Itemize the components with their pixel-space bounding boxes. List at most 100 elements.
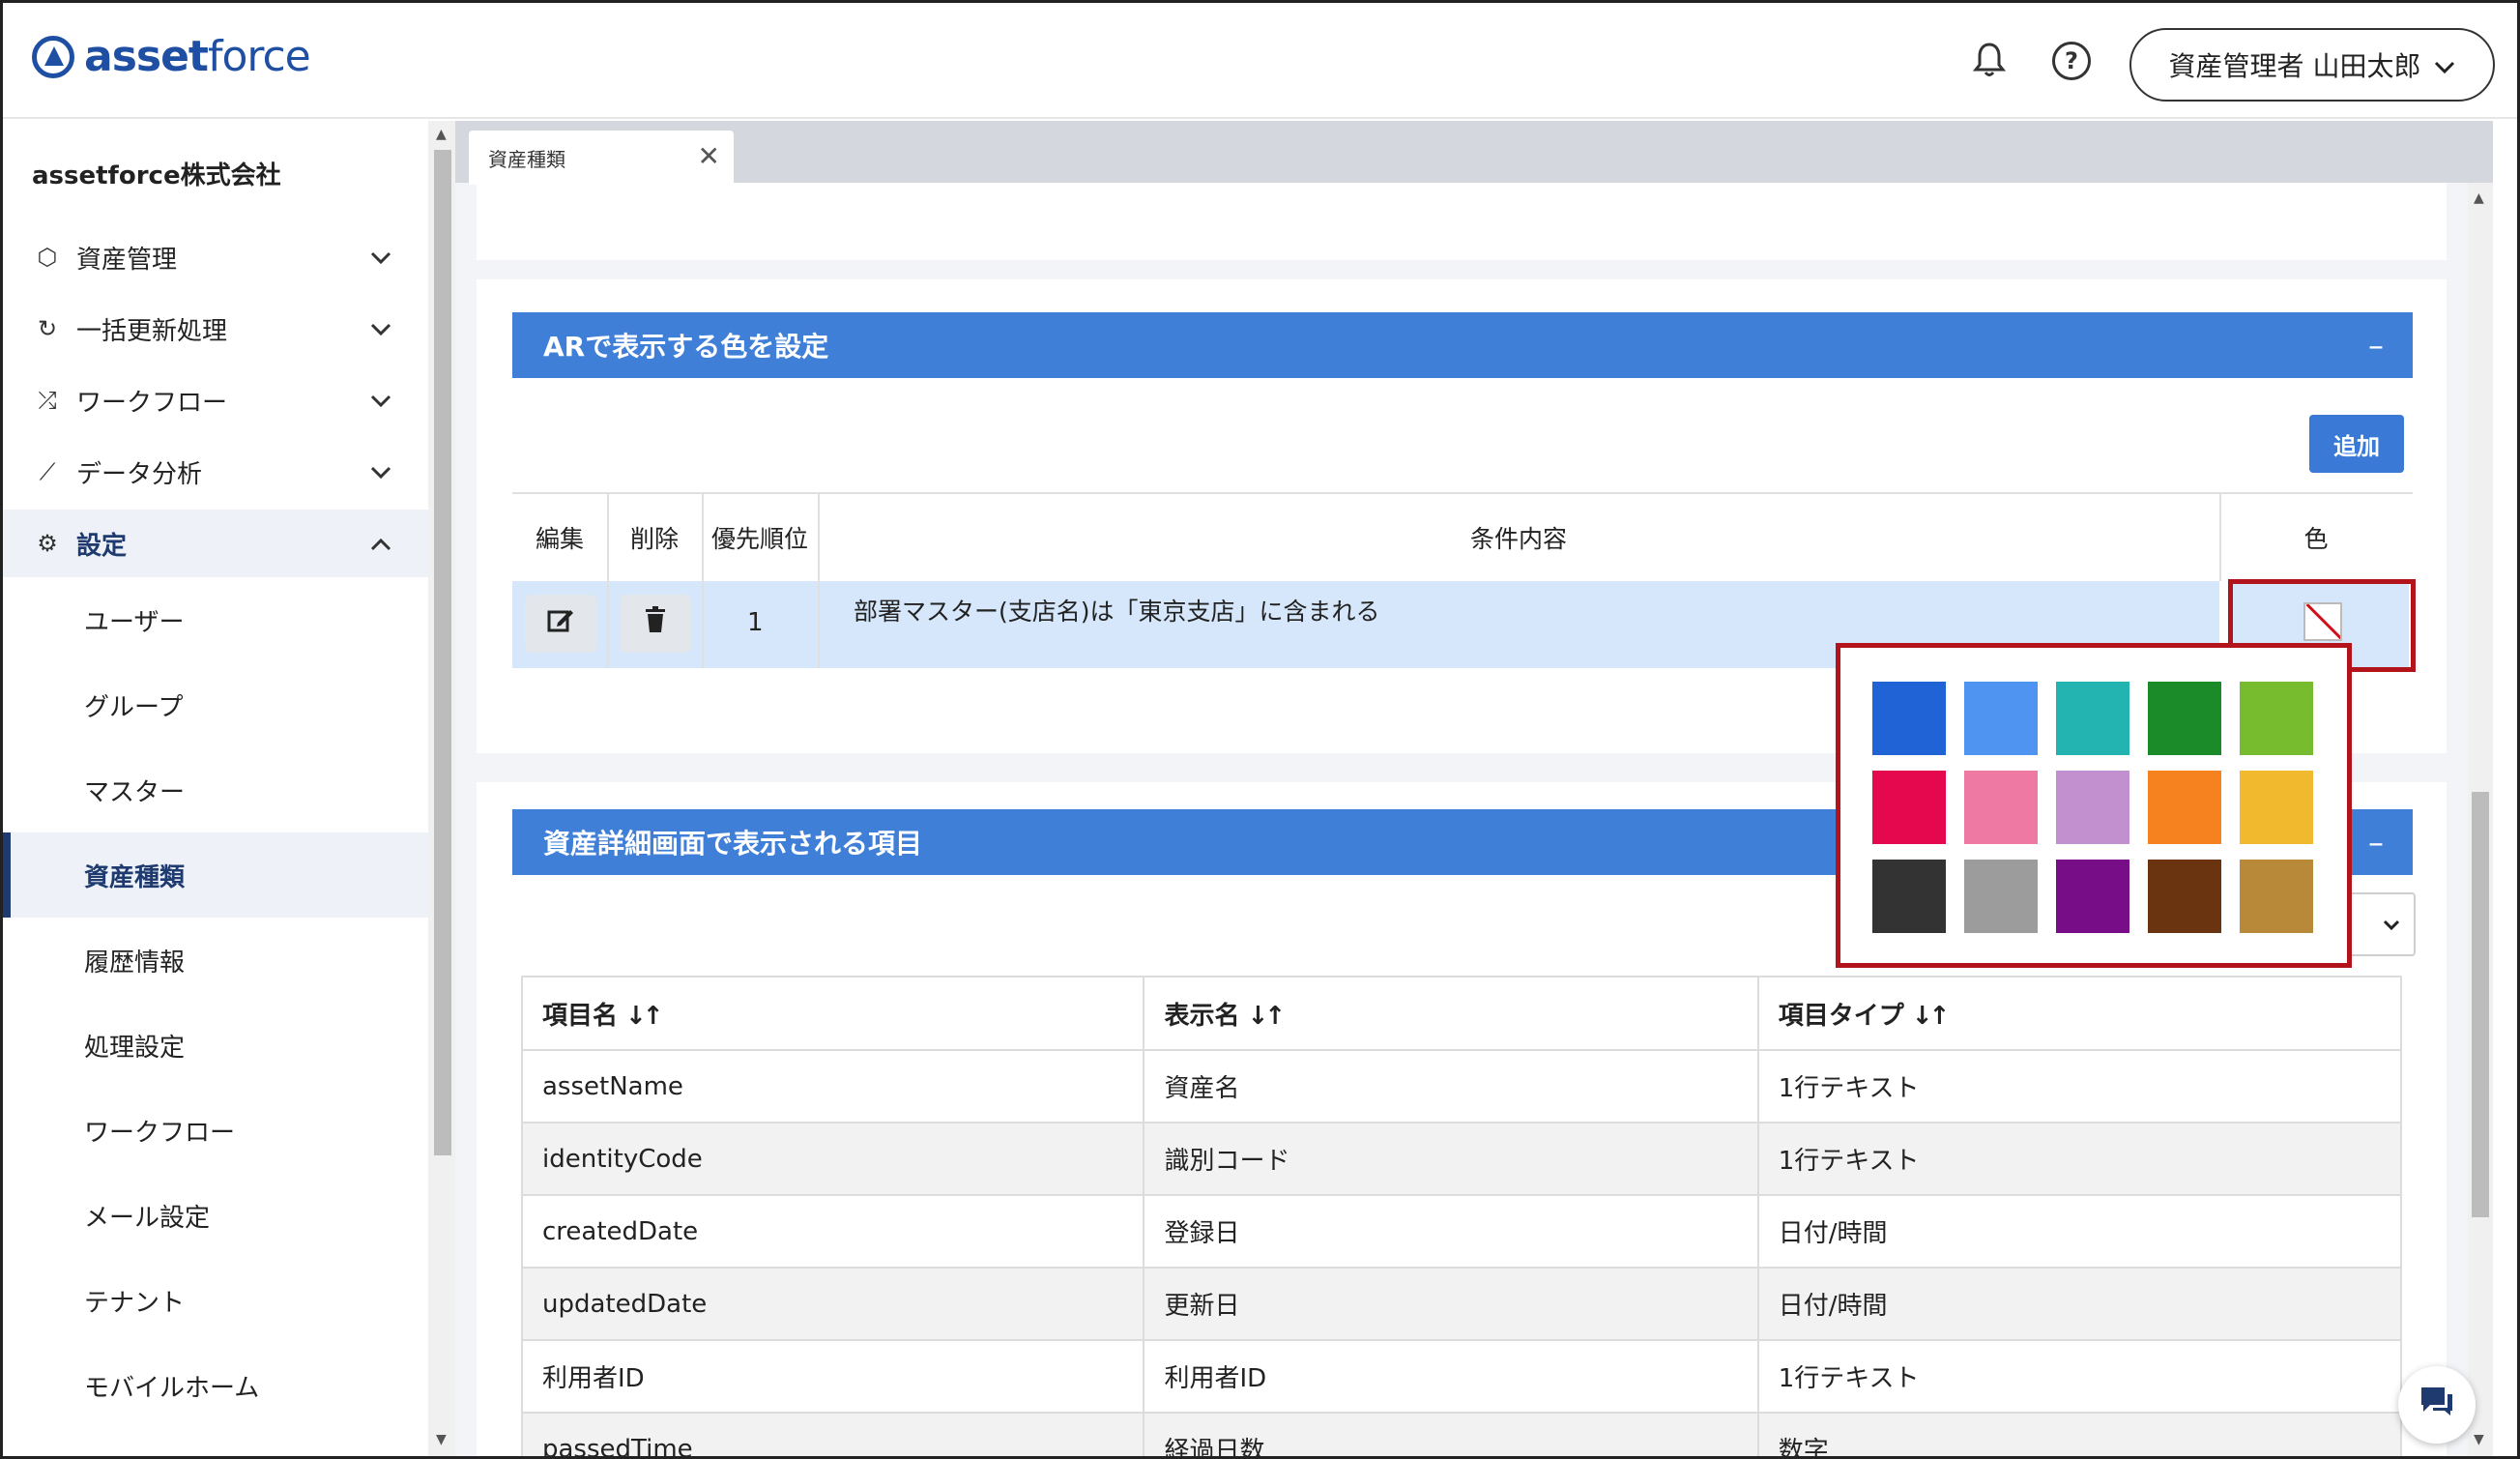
color-swatch[interactable] bbox=[2148, 860, 2221, 933]
color-swatch[interactable] bbox=[2240, 860, 2313, 933]
sidebar-scrollbar-thumb[interactable] bbox=[434, 150, 451, 1155]
collapse-icon[interactable]: – bbox=[2368, 327, 2384, 364]
divider bbox=[818, 492, 820, 668]
table-row[interactable]: passedTime 経過日数 数字 bbox=[520, 1412, 2403, 1456]
nav-bulk-update[interactable]: ↻ 一括更新処理 bbox=[3, 295, 428, 363]
color-swatch[interactable] bbox=[1872, 682, 1946, 755]
main-scrollbar-thumb[interactable] bbox=[2472, 792, 2489, 1217]
chevron-up-icon bbox=[370, 530, 391, 557]
dropdown-select[interactable] bbox=[2342, 892, 2416, 956]
chevron-down-icon bbox=[370, 315, 391, 342]
nav-label: データ分析 bbox=[76, 459, 203, 489]
color-swatch[interactable] bbox=[1964, 682, 2038, 755]
sidebar-item-mail-settings[interactable]: メール設定 bbox=[3, 1173, 428, 1258]
cell-item-type: 1行テキスト bbox=[1756, 1049, 2403, 1123]
bell-icon[interactable] bbox=[1969, 40, 2010, 80]
logo-mark-icon bbox=[32, 35, 74, 78]
color-swatch[interactable] bbox=[2056, 860, 2129, 933]
nav-label: 設定 bbox=[76, 531, 128, 561]
nav-settings[interactable]: ⚙ 設定 bbox=[3, 510, 428, 577]
analytics-icon: ⟋ bbox=[39, 458, 56, 485]
sidebar-item-mobile-home[interactable]: モバイルホーム bbox=[3, 1343, 428, 1428]
chevron-down-icon bbox=[2383, 913, 2400, 937]
divider bbox=[607, 492, 609, 668]
column-header-priority: 優先順位 bbox=[702, 492, 818, 581]
column-header-display-name[interactable]: 表示名 ↓↑ bbox=[1143, 976, 1759, 1051]
condition-text: 部署マスター(支店名)は「東京支店」に含まれる bbox=[854, 598, 1380, 626]
header-label: 項目名 bbox=[542, 1001, 619, 1031]
color-swatch[interactable] bbox=[2240, 682, 2313, 755]
color-swatch[interactable] bbox=[2148, 682, 2221, 755]
help-icon[interactable]: ? bbox=[2052, 42, 2091, 80]
header-label: 表示名 bbox=[1164, 1001, 1240, 1031]
tab-asset-types[interactable]: 資産種類 ✕ bbox=[469, 131, 734, 185]
collapse-icon[interactable]: – bbox=[2368, 824, 2384, 861]
cell-item-type: 日付/時間 bbox=[1756, 1194, 2403, 1269]
cell-display-name: 登録日 bbox=[1143, 1194, 1759, 1269]
cell-item-name: identityCode bbox=[520, 1122, 1145, 1196]
sidebar-item-users[interactable]: ユーザー bbox=[3, 577, 428, 662]
user-name: 資産管理者 山田太郎 bbox=[2168, 50, 2421, 82]
sidebar-item-master[interactable]: マスター bbox=[3, 747, 428, 832]
user-menu-button[interactable]: 資産管理者 山田太郎 bbox=[2129, 28, 2495, 102]
color-swatch[interactable] bbox=[1872, 771, 1946, 844]
ar-section-title: ARで表示する色を設定 bbox=[543, 331, 829, 363]
table-row[interactable]: assetName 資産名 1行テキスト bbox=[520, 1049, 2403, 1123]
chevron-down-icon bbox=[370, 387, 391, 414]
sidebar-item-tenant[interactable]: テナント bbox=[3, 1258, 428, 1343]
column-header-item-name[interactable]: 項目名 ↓↑ bbox=[520, 976, 1145, 1051]
chat-button[interactable] bbox=[2398, 1366, 2476, 1444]
color-swatch[interactable] bbox=[1964, 771, 2038, 844]
table-row[interactable]: identityCode 識別コード 1行テキスト bbox=[520, 1122, 2403, 1196]
column-header-edit: 編集 bbox=[512, 492, 607, 581]
sort-icon[interactable]: ↓↑ bbox=[1247, 1002, 1286, 1031]
table-row[interactable]: createdDate 登録日 日付/時間 bbox=[520, 1194, 2403, 1269]
cell-item-name: 利用者ID bbox=[520, 1339, 1145, 1414]
column-header-item-type[interactable]: 項目タイプ ↓↑ bbox=[1756, 976, 2403, 1051]
cell-item-name: createdDate bbox=[520, 1194, 1145, 1269]
detail-section-title: 資産詳細画面で表示される項目 bbox=[543, 828, 923, 860]
sidebar-item-workflow[interactable]: ワークフロー bbox=[3, 1088, 428, 1173]
color-swatch[interactable] bbox=[2056, 771, 2129, 844]
nav-data-analysis[interactable]: ⟋ データ分析 bbox=[3, 438, 428, 506]
table-row[interactable]: updatedDate 更新日 日付/時間 bbox=[520, 1267, 2403, 1341]
top-card bbox=[477, 183, 2447, 260]
sort-icon[interactable]: ↓↑ bbox=[625, 1002, 664, 1031]
color-swatch[interactable] bbox=[1872, 860, 1946, 933]
sort-icon[interactable]: ↓↑ bbox=[1912, 1002, 1951, 1031]
divider bbox=[702, 492, 704, 668]
scroll-down-arrow-icon[interactable]: ▼ bbox=[436, 1432, 447, 1447]
gear-icon: ⚙ bbox=[37, 530, 58, 557]
nav-label: ワークフロー bbox=[76, 388, 228, 418]
sidebar-item-process-settings[interactable]: 処理設定 bbox=[3, 1003, 428, 1088]
nav-asset-management[interactable]: ⬡ 資産管理 bbox=[3, 223, 428, 291]
sidebar-item-history[interactable]: 履歴情報 bbox=[3, 918, 428, 1003]
trash-icon bbox=[644, 606, 667, 641]
cell-item-type: 日付/時間 bbox=[1756, 1267, 2403, 1341]
close-icon[interactable]: ✕ bbox=[698, 140, 720, 172]
cell-display-name: 更新日 bbox=[1143, 1267, 1759, 1341]
cell-item-type: 1行テキスト bbox=[1756, 1122, 2403, 1196]
cell-display-name: 利用者ID bbox=[1143, 1339, 1759, 1414]
table-row[interactable]: 利用者ID 利用者ID 1行テキスト bbox=[520, 1339, 2403, 1414]
ar-section-header[interactable]: ARで表示する色を設定 – bbox=[512, 312, 2413, 378]
color-swatch[interactable] bbox=[2056, 682, 2129, 755]
logo-text-bold: asset bbox=[84, 32, 209, 81]
sidebar-item-asset-types[interactable]: 資産種類 bbox=[3, 832, 428, 918]
sidebar-item-groups[interactable]: グループ bbox=[3, 662, 428, 747]
cell-item-type: 数字 bbox=[1756, 1412, 2403, 1456]
logo-text-light: force bbox=[207, 32, 311, 81]
assetforce-logo[interactable]: assetforce bbox=[32, 32, 311, 81]
scroll-up-arrow-icon[interactable]: ▲ bbox=[436, 127, 447, 142]
cell-display-name: 識別コード bbox=[1143, 1122, 1759, 1196]
scroll-up-arrow-icon[interactable]: ▲ bbox=[2474, 190, 2484, 206]
scroll-down-arrow-icon[interactable]: ▼ bbox=[2474, 1432, 2484, 1447]
nav-workflow[interactable]: ⤮ ワークフロー bbox=[3, 366, 428, 434]
add-button[interactable]: 追加 bbox=[2309, 415, 2404, 473]
delete-button[interactable] bbox=[620, 595, 691, 653]
tab-label: 資産種類 bbox=[488, 147, 565, 171]
color-swatch[interactable] bbox=[1964, 860, 2038, 933]
color-swatch[interactable] bbox=[2240, 771, 2313, 844]
edit-button[interactable] bbox=[525, 595, 596, 653]
color-swatch[interactable] bbox=[2148, 771, 2221, 844]
